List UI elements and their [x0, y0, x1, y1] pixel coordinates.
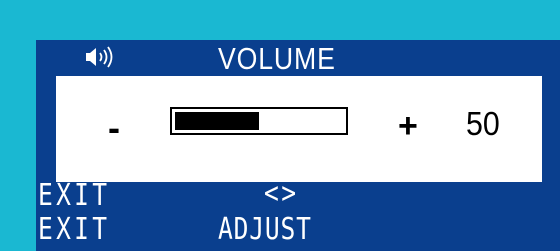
volume-osd-window: VOLUME - + 50 EXIT <> EXIT ADJUST	[36, 40, 560, 251]
volume-level-fill	[175, 112, 259, 130]
exit-button[interactable]: EXIT	[38, 180, 110, 212]
speaker-icon	[86, 46, 113, 68]
decrease-volume-button[interactable]: -	[108, 108, 120, 148]
adjust-arrows[interactable]: <>	[264, 178, 299, 210]
volume-level-bar[interactable]	[170, 107, 348, 135]
volume-value: 50	[466, 105, 500, 142]
volume-control-panel: - + 50	[56, 76, 542, 182]
adjust-label[interactable]: ADJUST	[218, 214, 312, 246]
exit-label[interactable]: EXIT	[38, 214, 110, 246]
increase-volume-button[interactable]: +	[398, 106, 418, 146]
osd-title: VOLUME	[218, 41, 336, 76]
